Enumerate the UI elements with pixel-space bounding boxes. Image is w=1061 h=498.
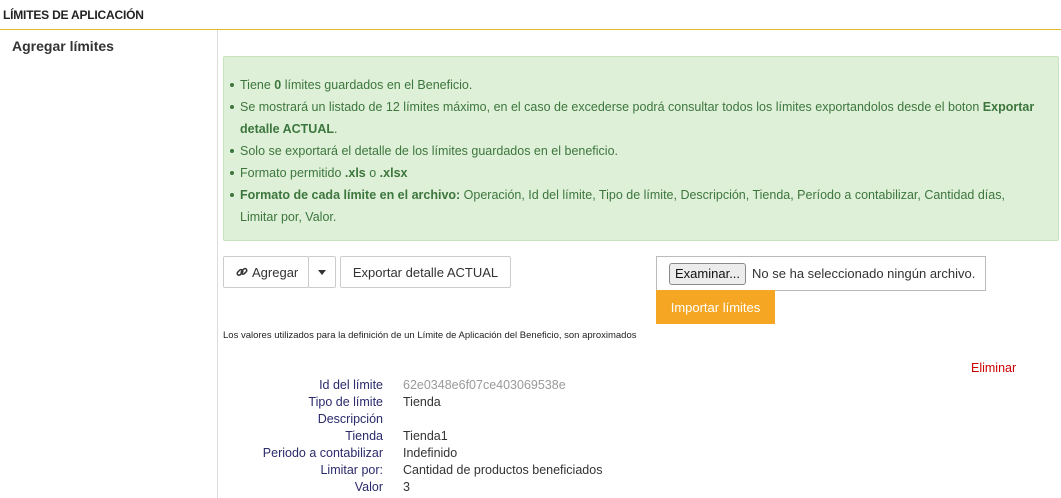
detail-row-type: Tipo de límite Tienda [223,394,723,411]
delete-limit-link[interactable]: Eliminar [971,361,1016,375]
limit-value: 3 [403,480,410,494]
detail-label: Limitar por: [320,463,383,477]
limit-by-value: Cantidad de productos beneficiados [403,463,603,477]
add-limits-heading: Agregar límites [12,38,114,54]
info-item-format: Formato permitido .xls o .xlsx [228,162,1044,184]
detail-label: Id del límite [319,378,383,392]
limit-details: Id del límite 62e0348e6f07ce403069538e T… [223,377,723,496]
link-icon [236,267,248,276]
browse-button[interactable]: Examinar... [669,262,747,285]
detail-label: Descripción [317,412,383,426]
detail-row-id: Id del límite 62e0348e6f07ce403069538e [223,377,723,394]
period-value: Indefinido [403,446,458,460]
add-options-dropdown-button[interactable] [308,256,336,288]
export-current-button[interactable]: Exportar detalle ACTUAL [340,256,511,288]
detail-row-store: Tienda Tienda1 [223,428,723,445]
info-item-count: Tiene 0 límites guardados en el Benefici… [228,74,1044,96]
section-title: LÍMITES DE APLICACIÓN [0,0,1061,30]
add-limit-button[interactable]: Agregar [223,256,309,288]
info-list: Tiene 0 límites guardados en el Benefici… [228,74,1044,228]
detail-label: Tienda [345,429,383,443]
detail-row-description: Descripción [223,411,723,428]
approximation-note: Los valores utilizados para la definició… [223,330,637,341]
add-limit-label: Agregar [252,264,299,280]
import-limits-button[interactable]: Importar límites [656,290,775,324]
info-item-export: Solo se exportará el detalle de los lími… [228,140,1044,162]
limit-type-value: Tienda [403,395,441,409]
detail-row-limit-by: Limitar por: Cantidad de productos benef… [223,462,723,479]
file-status-text: No se ha seleccionado ningún archivo. [752,266,976,281]
detail-row-period: Periodo a contabilizar Indefinido [223,445,723,462]
store-value: Tienda1 [403,429,448,443]
caret-down-icon [318,269,326,275]
file-input[interactable]: Examinar... No se ha seleccionado ningún… [656,256,986,291]
info-item-max: Se mostrará un listado de 12 límites máx… [228,96,1044,140]
limit-id-value: 62e0348e6f07ce403069538e [403,378,566,392]
detail-label: Periodo a contabilizar [262,446,383,460]
detail-label: Valor [354,480,383,494]
detail-label: Tipo de límite [308,395,383,409]
info-item-columns: Formato de cada límite en el archivo: Op… [228,184,1044,228]
left-column: Agregar límites [0,30,218,498]
detail-row-value: Valor 3 [223,479,723,496]
info-alert: Tiene 0 límites guardados en el Benefici… [223,56,1059,241]
